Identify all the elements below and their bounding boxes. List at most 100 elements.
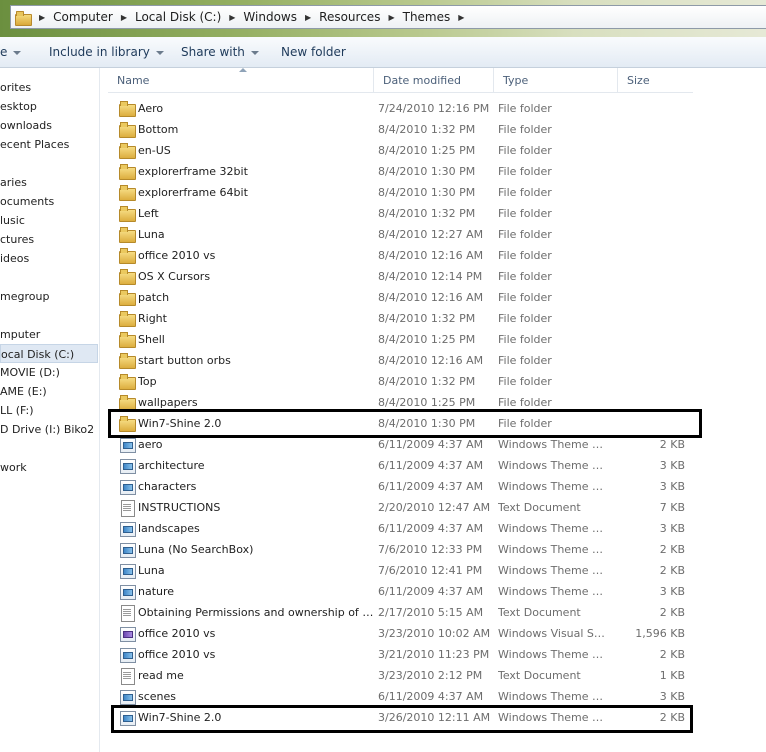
file-row[interactable]: start button orbs 8/4/2010 12:16 AM File f… [110,350,693,371]
file-row[interactable]: Left 8/4/2010 1:32 PM File folder [110,203,693,224]
folder-icon [119,269,136,285]
nav-item-downloads[interactable]: ownloads [0,116,52,135]
file-row[interactable]: wallpapers 8/4/2010 1:25 PM File folder [110,392,693,413]
organize-button[interactable]: e [0,45,22,59]
file-name: Bottom [138,123,179,136]
file-row[interactable]: nature 6/11/2009 4:37 AM Windows Theme Fil… [110,581,693,602]
column-header-type[interactable]: Type [494,68,618,93]
breadcrumb-local-disk[interactable]: Local Disk (C:) [135,10,221,24]
file-row[interactable]: Win7-Shine 2.0 3/26/2010 12:11 AM Windows … [110,707,693,728]
file-row[interactable]: architecture 6/11/2009 4:37 AM Windows The… [110,455,693,476]
nav-item-all-f[interactable]: LL (F:) [0,401,34,420]
nav-item-pictures[interactable]: ctures [0,230,34,249]
file-type: File folder [498,270,552,283]
theme-file-icon [119,458,136,474]
folder-icon [119,248,136,264]
nav-item-computer[interactable]: mputer [0,325,40,344]
file-type: Windows Visual St... [498,627,606,640]
file-row[interactable]: aero 6/11/2009 4:37 AM Windows Theme File 2… [110,434,693,455]
file-name: Top [138,375,157,388]
file-name: read me [138,669,184,682]
text-document-icon [119,605,135,622]
folder-icon [119,374,136,390]
column-header-size[interactable]: Size [618,68,693,93]
breadcrumb-themes[interactable]: Themes [403,10,451,24]
breadcrumb-chevron-icon[interactable]: ▶ [39,13,45,22]
file-size: 1 KB [659,669,685,682]
file-row[interactable]: Bottom 8/4/2010 1:32 PM File folder [110,119,693,140]
file-row[interactable]: Aero 7/24/2010 12:16 PM File folder [110,98,693,119]
nav-item-homegroup[interactable]: megroup [0,287,49,306]
new-folder-button[interactable]: New folder [281,45,346,59]
address-bar[interactable]: ▶ Computer ▶ Local Disk (C:) ▶ Windows ▶… [10,5,766,29]
file-date-modified: 8/4/2010 1:25 PM [378,333,476,346]
file-row[interactable]: Shell 8/4/2010 1:25 PM File folder [110,329,693,350]
theme-file-icon [119,521,136,537]
nav-item-videos[interactable]: ideos [0,249,29,268]
file-row[interactable]: Right 8/4/2010 1:32 PM File folder [110,308,693,329]
breadcrumb-chevron-icon[interactable]: ▶ [305,13,311,22]
file-date-modified: 3/23/2010 2:12 PM [378,669,483,682]
file-row[interactable]: Obtaining Permissions and ownership of s… [110,602,693,623]
breadcrumb-chevron-icon[interactable]: ▶ [388,13,394,22]
nav-item-dvd-drive-i[interactable]: D Drive (I:) Biko2 [0,420,94,439]
file-date-modified: 7/6/2010 12:33 PM [378,543,483,556]
file-row[interactable]: office 2010 vs 3/21/2010 11:23 PM Windows … [110,644,693,665]
file-row[interactable]: office 2010 vs 8/4/2010 12:16 AM File fold… [110,245,693,266]
file-row[interactable]: characters 6/11/2009 4:37 AM Windows Theme… [110,476,693,497]
column-header-name[interactable]: Name [108,68,374,93]
file-name: landscapes [138,522,200,535]
breadcrumb-chevron-icon[interactable]: ▶ [229,13,235,22]
file-row[interactable]: OS X Cursors 8/4/2010 12:14 PM File folder [110,266,693,287]
file-row[interactable]: INSTRUCTIONS 2/20/2010 12:47 AM Text Docum… [110,497,693,518]
file-date-modified: 8/4/2010 12:14 PM [378,270,483,283]
file-type: Windows Theme File [498,480,606,493]
nav-item-network[interactable]: work [0,458,27,477]
file-name: Luna [138,564,165,577]
file-row[interactable]: Luna 8/4/2010 12:27 AM File folder [110,224,693,245]
file-name: explorerframe 64bit [138,186,248,199]
column-header-date-modified[interactable]: Date modified [374,68,494,93]
nav-item-desktop[interactable]: esktop [0,97,37,116]
include-in-library-button[interactable]: Include in library [49,45,164,59]
file-row[interactable]: patch 8/4/2010 12:16 AM File folder [110,287,693,308]
file-row[interactable]: Luna (No SearchBox) 7/6/2010 12:33 PM Wind… [110,539,693,560]
nav-item-favorites[interactable]: orites [0,78,31,97]
folder-icon [119,227,136,243]
file-row[interactable]: office 2010 vs 3/23/2010 10:02 AM Windows … [110,623,693,644]
file-date-modified: 8/4/2010 1:30 PM [378,165,476,178]
breadcrumb-resources[interactable]: Resources [319,10,380,24]
file-name: explorerframe 32bit [138,165,248,178]
breadcrumb-computer[interactable]: Computer [53,10,113,24]
file-row[interactable]: scenes 6/11/2009 4:37 AM Windows Theme Fil… [110,686,693,707]
nav-item-libraries[interactable]: aries [0,173,27,192]
file-row[interactable]: en-US 8/4/2010 1:25 PM File folder [110,140,693,161]
file-row[interactable]: read me 3/23/2010 2:12 PM Text Document 1 K… [110,665,693,686]
file-date-modified: 8/4/2010 12:27 AM [378,228,484,241]
file-date-modified: 7/24/2010 12:16 PM [378,102,490,115]
breadcrumb-chevron-icon[interactable]: ▶ [121,13,127,22]
file-row[interactable]: explorerframe 32bit 8/4/2010 1:30 PM File … [110,161,693,182]
nav-item-music[interactable]: lusic [0,211,25,230]
chevron-down-icon [13,50,22,55]
file-row[interactable]: Win7-Shine 2.0 8/4/2010 1:30 PM File folde… [110,413,693,434]
breadcrumb-chevron-icon[interactable]: ▶ [458,13,464,22]
file-row[interactable]: Luna 7/6/2010 12:41 PM Windows Theme File 2… [110,560,693,581]
file-name: Left [138,207,159,220]
nav-item-documents[interactable]: ocuments [0,192,54,211]
folder-icon [119,206,136,222]
file-size: 2 KB [659,711,685,724]
nav-item-recent-places[interactable]: ecent Places [0,135,69,154]
file-row[interactable]: explorerframe 64bit 8/4/2010 1:30 PM File … [110,182,693,203]
nav-item-local-disk-c[interactable]: ocal Disk (C:) [0,344,98,363]
breadcrumb-windows[interactable]: Windows [243,10,297,24]
folder-icon [119,353,136,369]
file-date-modified: 6/11/2009 4:37 AM [378,585,484,598]
nav-item-movie-d[interactable]: MOVIE (D:) [0,363,60,382]
share-with-button[interactable]: Share with [181,45,259,59]
file-size: 3 KB [659,690,685,703]
file-date-modified: 8/4/2010 1:32 PM [378,123,476,136]
nav-item-game-e[interactable]: AME (E:) [0,382,47,401]
file-row[interactable]: Top 8/4/2010 1:32 PM File folder [110,371,693,392]
file-row[interactable]: landscapes 6/11/2009 4:37 AM Windows Theme… [110,518,693,539]
